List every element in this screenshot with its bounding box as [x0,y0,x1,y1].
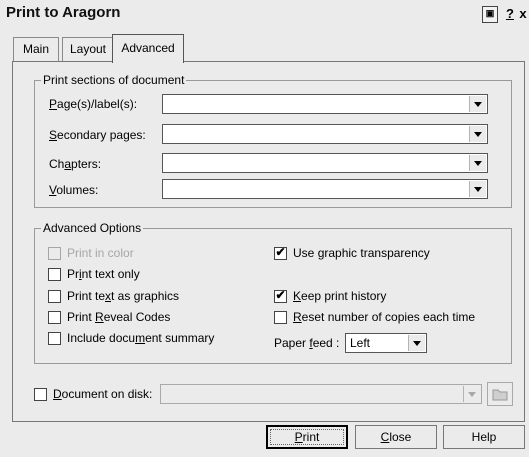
print-text-only-label[interactable]: Print text only [67,266,140,282]
chevron-down-icon[interactable] [469,181,486,197]
close-button[interactable]: Close [355,425,437,449]
print-button[interactable]: Print [266,425,348,449]
paper-feed-select[interactable]: Left [345,333,427,353]
document-on-disk-path [160,384,482,404]
keep-print-history-checkbox[interactable]: ✔ [274,288,287,303]
document-on-disk-label[interactable]: Document on disk: [53,386,152,402]
document-on-disk-checkbox[interactable] [34,388,47,401]
tab-advanced[interactable]: Advanced [112,34,184,63]
print-in-color-checkbox [48,247,61,260]
secondary-pages-label: Secondary pages: [49,128,146,142]
print-preview-icon[interactable]: ▣ [482,6,498,23]
reset-copies-checkbox[interactable] [274,311,287,324]
focus-ring [270,429,344,445]
chevron-down-icon [463,386,480,402]
print-text-as-graphics-label[interactable]: Print text as graphics [67,288,179,304]
print-sections-legend: Print sections of document [41,73,187,87]
include-document-summary-checkbox[interactable] [48,332,61,345]
checkmark-icon: ✔ [275,245,286,259]
reset-copies-label[interactable]: Reset number of copies each time [293,309,475,325]
title-bar: Print to Aragorn ▣ ? x [0,0,529,26]
help-button[interactable]: Help [443,425,525,449]
print-text-only-checkbox[interactable] [48,268,61,281]
chevron-down-icon[interactable] [469,96,486,112]
close-title-button[interactable]: x [518,6,528,21]
use-graphic-transparency-label[interactable]: Use graphic transparency [293,245,430,261]
keep-print-history-label[interactable]: Keep print history [293,288,386,304]
chapters-combobox[interactable] [162,153,488,173]
advanced-options-legend: Advanced Options [41,221,144,235]
use-graphic-transparency-checkbox[interactable]: ✔ [274,245,287,260]
print-reveal-codes-label[interactable]: Print Reveal Codes [67,309,170,325]
help-title-button[interactable]: ? [505,6,515,21]
chapters-label: Chapters: [49,157,102,171]
print-reveal-codes-checkbox[interactable] [48,311,61,324]
pages-label: Page(s)/label(s): [49,97,138,111]
volumes-label: Volumes: [49,183,99,197]
chevron-down-icon[interactable] [469,155,486,171]
folder-icon [487,382,513,406]
checkmark-icon: ✔ [275,288,286,302]
chevron-down-icon[interactable] [469,126,486,142]
tab-layout[interactable]: Layout [62,37,114,62]
include-document-summary-label[interactable]: Include document summary [67,330,214,346]
secondary-pages-combobox[interactable] [162,124,488,144]
volumes-combobox[interactable] [162,179,488,199]
window-title: Print to Aragorn [6,4,121,21]
chevron-down-icon[interactable] [408,335,425,351]
paper-feed-value: Left [350,336,371,350]
print-text-as-graphics-checkbox[interactable] [48,290,61,303]
tab-main[interactable]: Main [13,37,59,62]
print-in-color-label: Print in color [67,246,134,260]
pages-combobox[interactable] [162,94,488,114]
paper-feed-label: Paper feed : [274,336,340,350]
